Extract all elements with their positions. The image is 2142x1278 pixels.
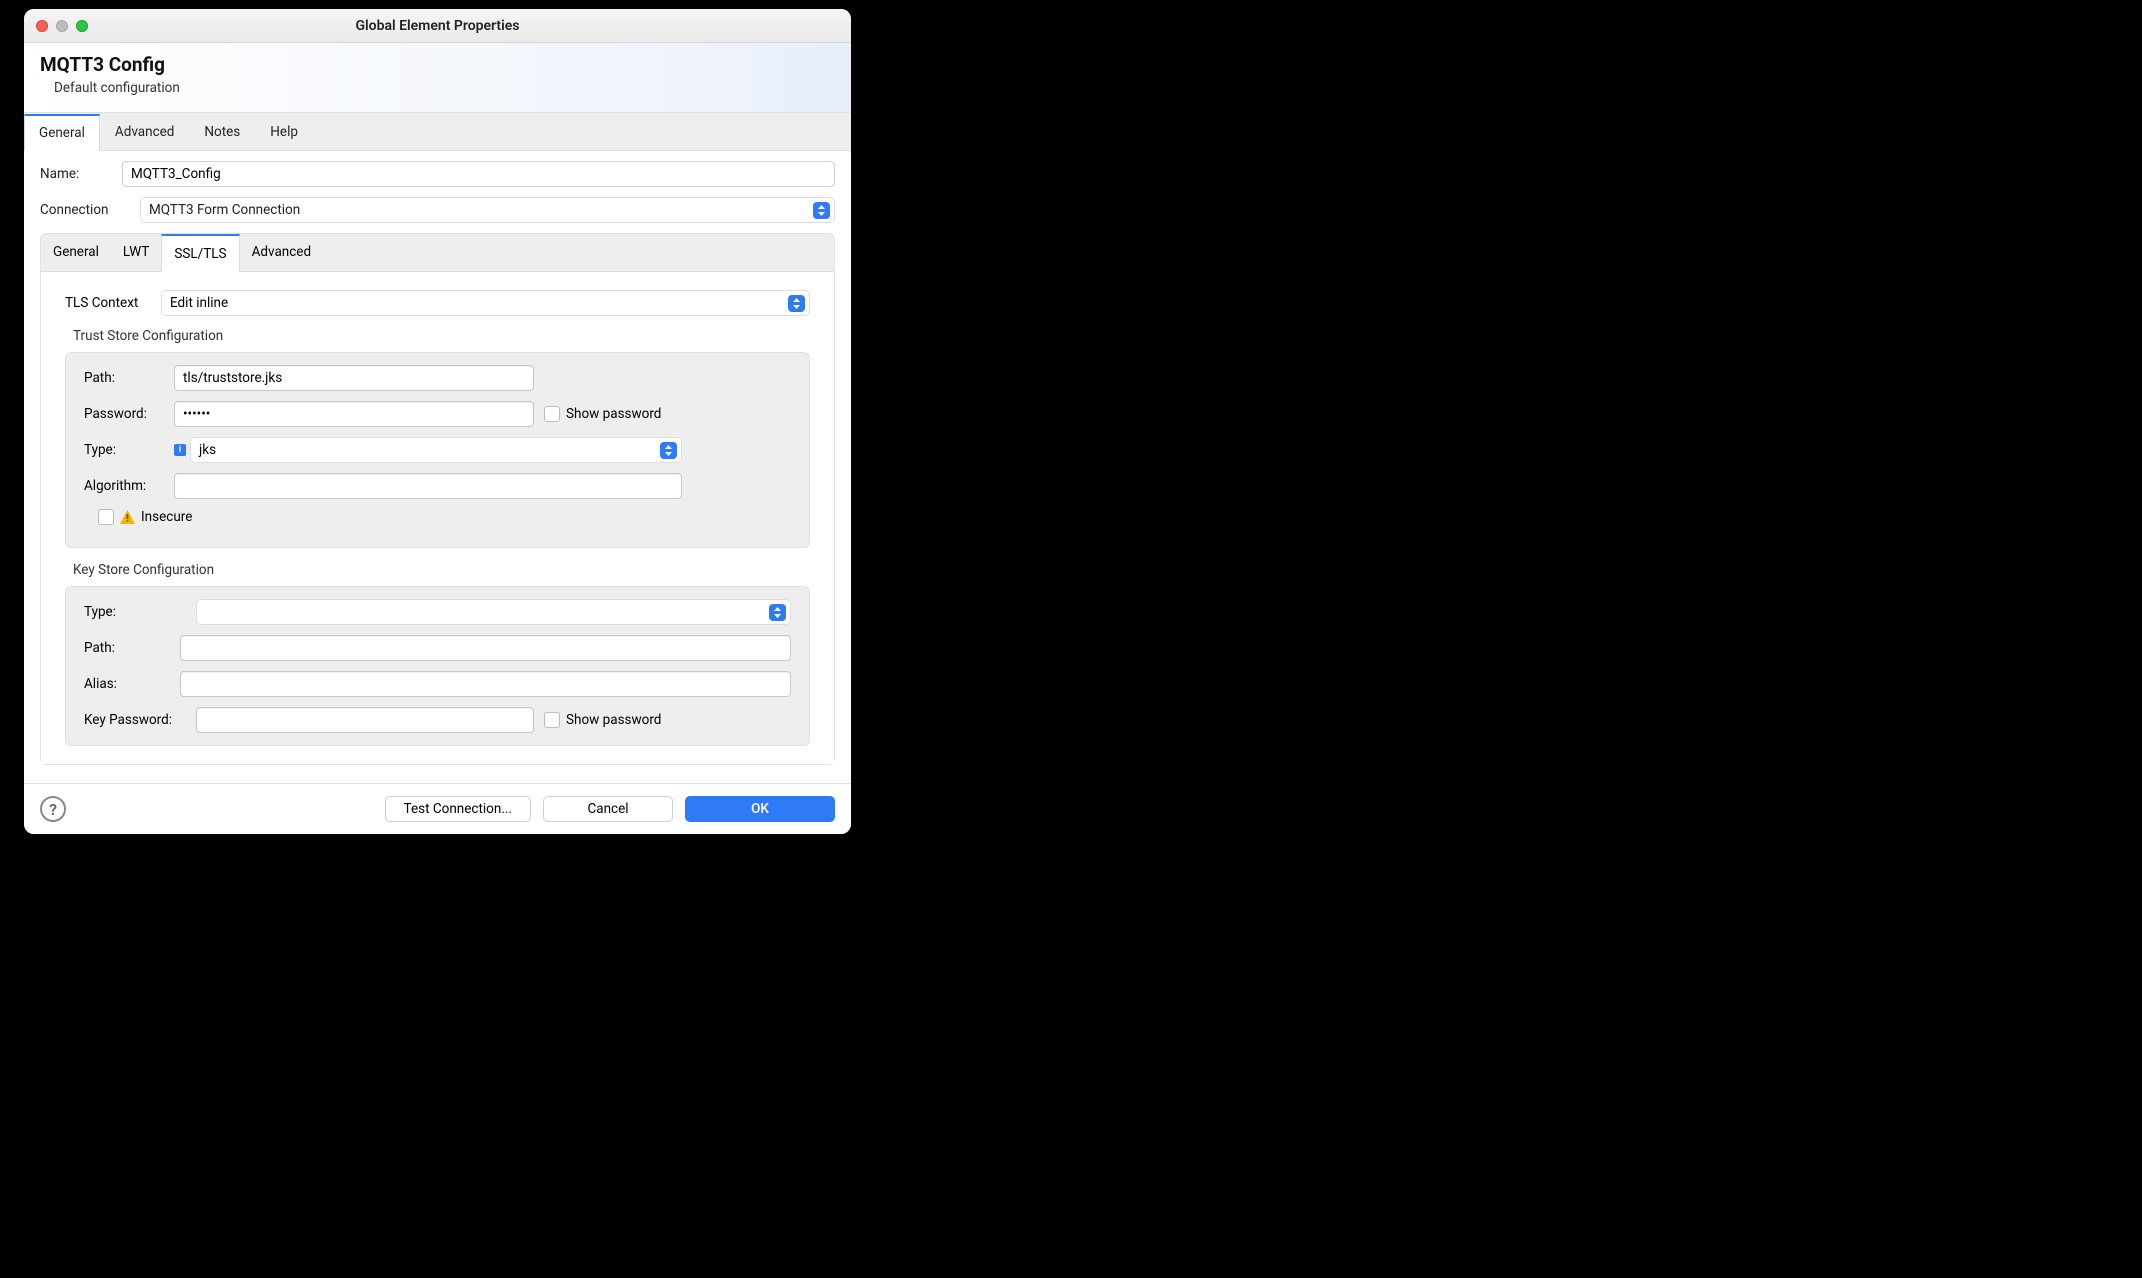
key-path-label: Path: xyxy=(84,640,180,656)
footer: ? Test Connection... Cancel OK xyxy=(24,783,851,834)
header-title: MQTT3 Config xyxy=(40,53,835,76)
key-path-row: Path: xyxy=(84,635,791,661)
cancel-button[interactable]: Cancel xyxy=(543,796,673,822)
dialog-window: Global Element Properties MQTT3 Config D… xyxy=(24,9,851,834)
trust-type-label: Type: xyxy=(84,442,174,458)
top-tab-help[interactable]: Help xyxy=(255,114,313,150)
key-password-label: Key Password: xyxy=(84,712,196,728)
connection-select[interactable]: MQTT3 Form Connection xyxy=(140,197,835,223)
name-row: Name: xyxy=(40,161,835,187)
trust-algorithm-input[interactable] xyxy=(174,473,682,499)
connection-label: Connection xyxy=(40,202,140,218)
key-type-select[interactable] xyxy=(196,599,791,625)
key-store-group: Key Store Configuration Type: xyxy=(65,562,810,746)
trust-password-label: Password: xyxy=(84,406,174,422)
trust-path-input[interactable] xyxy=(174,365,534,391)
trust-path-label: Path: xyxy=(84,370,174,386)
key-store-title: Key Store Configuration xyxy=(65,562,810,586)
chevron-updown-icon xyxy=(660,442,677,459)
info-icon: i xyxy=(174,444,186,456)
trust-store-group: Trust Store Configuration Path: Password… xyxy=(65,328,810,548)
key-type-label: Type: xyxy=(84,604,196,620)
top-tab-notes[interactable]: Notes xyxy=(189,114,255,150)
key-path-input[interactable] xyxy=(180,635,791,661)
ssl-tls-panel: TLS Context Edit inline Trust Store Conf… xyxy=(41,271,834,764)
warning-icon xyxy=(120,510,135,524)
key-password-row: Key Password: Show password xyxy=(84,707,791,733)
connection-select-value: MQTT3 Form Connection xyxy=(149,202,300,218)
trust-password-row: Password: Show password xyxy=(84,401,791,427)
trust-type-row: Type: i jks xyxy=(84,437,791,463)
trust-insecure-label: Insecure xyxy=(141,509,192,525)
inner-tab-lwt[interactable]: LWT xyxy=(111,234,161,272)
top-tab-advanced[interactable]: Advanced xyxy=(100,114,190,150)
ok-button[interactable]: OK xyxy=(685,796,835,822)
tls-context-label: TLS Context xyxy=(65,295,161,311)
trust-path-row: Path: xyxy=(84,365,791,391)
help-button[interactable]: ? xyxy=(40,796,66,822)
trust-store-title: Trust Store Configuration xyxy=(65,328,810,352)
name-label: Name: xyxy=(40,166,122,182)
chevron-updown-icon xyxy=(788,295,805,312)
top-tab-bar: General Advanced Notes Help xyxy=(24,112,851,151)
tls-context-row: TLS Context Edit inline xyxy=(65,290,810,316)
connection-row: Connection MQTT3 Form Connection xyxy=(40,197,835,223)
trust-insecure-checkbox[interactable] xyxy=(98,509,114,525)
key-alias-input[interactable] xyxy=(180,671,791,697)
trust-algorithm-row: Algorithm: xyxy=(84,473,791,499)
trust-insecure-row: Insecure xyxy=(98,509,791,525)
header-subtitle: Default configuration xyxy=(54,80,835,96)
trust-type-select[interactable]: jks xyxy=(190,437,682,463)
inner-tab-ssl-tls[interactable]: SSL/TLS xyxy=(161,234,239,272)
trust-show-password-checkbox[interactable] xyxy=(544,406,560,422)
key-alias-row: Alias: xyxy=(84,671,791,697)
titlebar: Global Element Properties xyxy=(24,9,851,43)
tls-context-select-value: Edit inline xyxy=(170,295,228,311)
top-tab-general[interactable]: General xyxy=(24,114,100,151)
header: MQTT3 Config Default configuration xyxy=(24,43,851,112)
key-alias-label: Alias: xyxy=(84,676,180,692)
chevron-updown-icon xyxy=(769,604,786,621)
tls-context-select[interactable]: Edit inline xyxy=(161,290,810,316)
trust-show-password-label: Show password xyxy=(566,406,661,422)
trust-password-input[interactable] xyxy=(174,401,534,427)
key-show-password-checkbox[interactable] xyxy=(544,712,560,728)
inner-tab-bar: General LWT SSL/TLS Advanced xyxy=(41,234,834,272)
connection-panel: General LWT SSL/TLS Advanced TLS Context… xyxy=(40,233,835,765)
name-input[interactable] xyxy=(122,161,835,187)
window-title: Global Element Properties xyxy=(24,18,851,34)
key-password-input[interactable] xyxy=(196,707,534,733)
chevron-updown-icon xyxy=(813,202,830,219)
body: Name: Connection MQTT3 Form Connection G… xyxy=(24,151,851,783)
trust-algorithm-label: Algorithm: xyxy=(84,478,174,494)
key-type-row: Type: xyxy=(84,599,791,625)
key-show-password-label: Show password xyxy=(566,712,661,728)
inner-tab-general[interactable]: General xyxy=(41,234,111,272)
inner-tab-advanced[interactable]: Advanced xyxy=(240,234,324,272)
trust-type-select-value: jks xyxy=(199,442,216,458)
test-connection-button[interactable]: Test Connection... xyxy=(385,796,531,822)
